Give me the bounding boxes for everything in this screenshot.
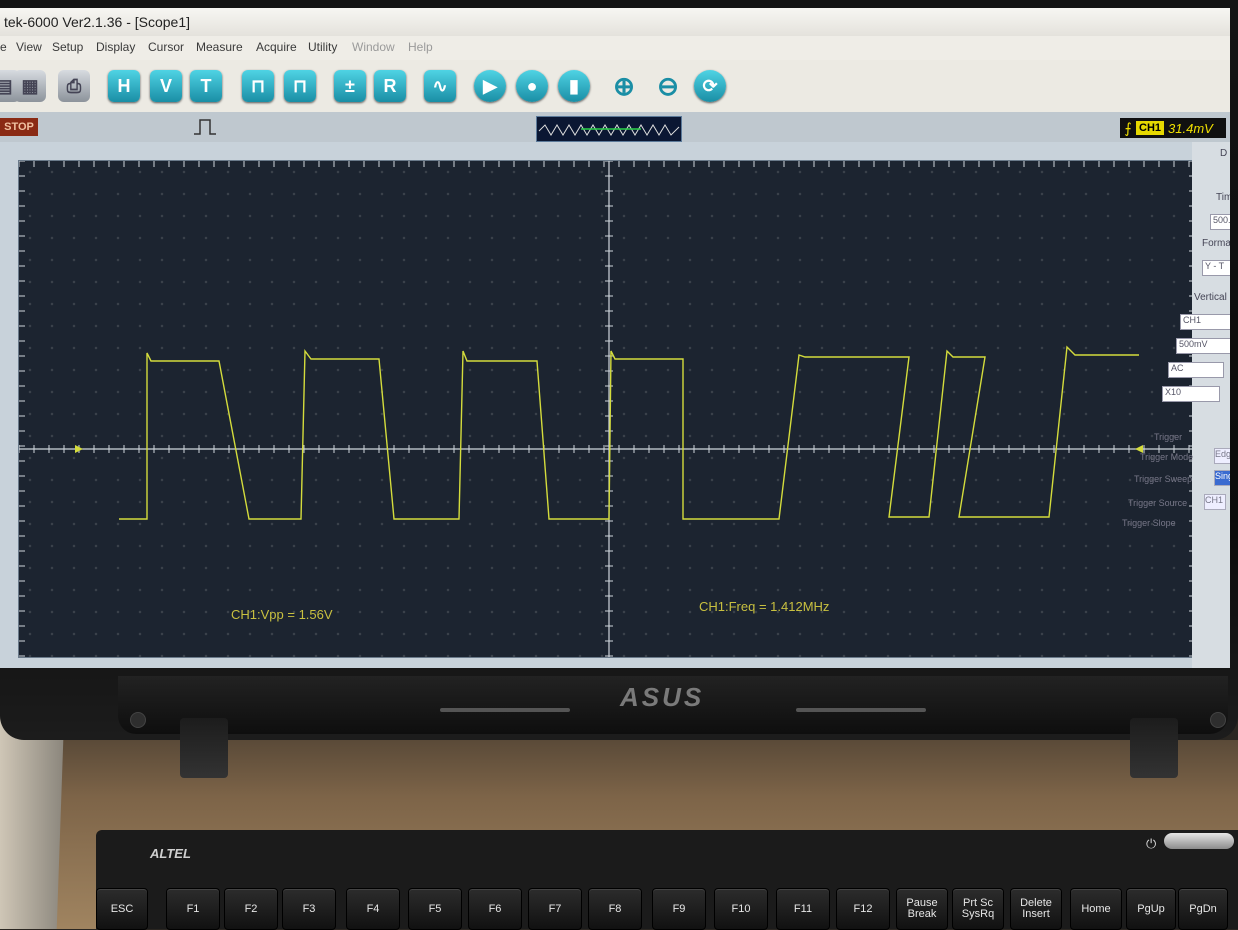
trigger-level-value: 31.4mV (1168, 120, 1213, 136)
time-value-field[interactable]: 500.0 (1210, 214, 1230, 230)
key-delete[interactable]: Delete Insert (1010, 888, 1062, 930)
vpp-measurement: CH1:Vpp = 1.56V (231, 607, 333, 622)
key-f11[interactable]: F11 (776, 888, 830, 930)
run-state-badge[interactable]: STOP (0, 118, 38, 136)
key-f2[interactable]: F2 (224, 888, 278, 930)
status-strip: STOP ⨍ CH1 31.4mV (0, 112, 1230, 142)
window-title: tek-6000 Ver2.1.36 - [Scope1] (4, 14, 191, 30)
trigger-sweep-label: Trigger Sweep (1134, 474, 1193, 484)
trigger-readout: ⨍ CH1 31.4mV (1120, 118, 1226, 138)
ch1-trace (119, 345, 1139, 520)
single-icon[interactable]: ● (516, 70, 548, 102)
key-f5[interactable]: F5 (408, 888, 462, 930)
key-f4[interactable]: F4 (346, 888, 400, 930)
print-icon[interactable]: ⎙ (58, 70, 90, 102)
menu-acquire[interactable]: Acquire (256, 40, 297, 54)
vertical-button[interactable]: V (150, 70, 182, 102)
key-pgdn[interactable]: PgDn (1178, 888, 1228, 930)
trigger-channel-label: CH1 (1136, 121, 1165, 135)
scope-display-frame: CH1:Vpp = 1.56V CH1:Freq = 1.412MHz (0, 142, 1196, 668)
key-f9[interactable]: F9 (652, 888, 706, 930)
math-icon[interactable]: ± (334, 70, 366, 102)
axis-ticks (19, 161, 1190, 657)
key-f10[interactable]: F10 (714, 888, 768, 930)
trigger-panel: Trigger Trigger Mode Edge Trigger Sweep … (1118, 428, 1230, 538)
menu-measure[interactable]: Measure (196, 40, 243, 54)
menu-window[interactable]: Window (352, 40, 395, 54)
trigger-mode-label: Trigger Mode (1140, 452, 1194, 462)
key-f1[interactable]: F1 (166, 888, 220, 930)
panel-label-d: D (1220, 148, 1228, 159)
bezel-slot-right (796, 708, 926, 712)
menu-cursor[interactable]: Cursor (148, 40, 184, 54)
rising-edge-icon: ⨍ (1124, 119, 1132, 136)
graticule-svg (19, 161, 1195, 657)
ref-button[interactable]: R (374, 70, 406, 102)
key-f7[interactable]: F7 (528, 888, 582, 930)
vertical-channel-select[interactable]: CH1 (1180, 314, 1230, 330)
bezel-screw-left (130, 712, 146, 728)
vertical-scale-stepper[interactable]: 500mV (1176, 338, 1230, 354)
menu-file[interactable]: e (0, 40, 7, 54)
time-label: Time (1216, 192, 1230, 203)
probe-select[interactable]: X10 (1162, 386, 1220, 402)
menu-view[interactable]: View (16, 40, 42, 54)
trigger-button[interactable]: T (190, 70, 222, 102)
bezel-slot-left (440, 708, 570, 712)
zoom-out-icon[interactable]: ⊖ (652, 70, 684, 102)
key-pause[interactable]: Pause Break (896, 888, 948, 930)
key-pgup[interactable]: PgUp (1126, 888, 1176, 930)
function-key-row: ESC F1 F2 F3 F4 F5 F6 F7 F8 F9 F10 F11 F… (96, 888, 1238, 930)
format-select[interactable]: Y - T (1202, 260, 1230, 276)
coupling-select[interactable]: AC (1168, 362, 1224, 378)
toolbar: ▤ ▦ ⎙ H V T ⊓ ⊓ ± R ∿ ▶ ● ▮ ⊕ ⊖ ⟳ (0, 60, 1230, 112)
save-icon[interactable]: ▦ (14, 70, 46, 102)
key-prtsc[interactable]: Prt Sc SysRq (952, 888, 1004, 930)
edge-ticks (19, 161, 1195, 657)
trigger-section-label: Trigger (1154, 432, 1183, 442)
run-icon[interactable]: ▶ (474, 70, 506, 102)
trigger-slope-label: Trigger Slope (1122, 518, 1176, 528)
channel1-icon[interactable]: ⊓ (242, 70, 274, 102)
right-hinge (1130, 718, 1178, 778)
key-f12[interactable]: F12 (836, 888, 890, 930)
vertical-label: Vertical (1194, 292, 1227, 303)
key-home[interactable]: Home (1070, 888, 1122, 930)
power-icon: ⏻ (1146, 836, 1157, 851)
trigger-mode-select[interactable]: Edge (1214, 448, 1230, 464)
key-f8[interactable]: F8 (588, 888, 642, 930)
format-label: Format (1202, 238, 1230, 249)
menu-help[interactable]: Help (408, 40, 433, 54)
fft-icon[interactable]: ∿ (424, 70, 456, 102)
menu-display[interactable]: Display (96, 40, 135, 54)
menu-setup[interactable]: Setup (52, 40, 83, 54)
laptop-logo: ASUS (620, 682, 705, 712)
bezel-screw-right (1210, 712, 1226, 728)
control-panel: D Time 500.0 Format Y - T Vertical (1192, 142, 1230, 668)
horizontal-button[interactable]: H (108, 70, 140, 102)
freq-measurement: CH1:Freq = 1.412MHz (699, 599, 830, 614)
brand-sticker: ALTEL (150, 846, 191, 861)
power-button[interactable] (1164, 833, 1234, 849)
autoset-icon[interactable]: ⟳ (694, 70, 726, 102)
channel2-icon[interactable]: ⊓ (284, 70, 316, 102)
key-f6[interactable]: F6 (468, 888, 522, 930)
key-f3[interactable]: F3 (282, 888, 336, 930)
left-hinge (180, 718, 228, 778)
menu-utility[interactable]: Utility (308, 40, 337, 54)
stop-icon[interactable]: ▮ (558, 70, 590, 102)
trigger-source-select[interactable]: CH1 (1204, 494, 1226, 510)
pulse-icon (194, 119, 216, 135)
laptop-screen: tek-6000 Ver2.1.36 - [Scope1] e View Set… (0, 8, 1230, 668)
title-bar: tek-6000 Ver2.1.36 - [Scope1] (0, 8, 1230, 37)
trigger-sweep-select[interactable]: Single (1214, 470, 1230, 486)
scope-graticule[interactable]: CH1:Vpp = 1.56V CH1:Freq = 1.412MHz (18, 160, 1196, 658)
key-esc[interactable]: ESC (96, 888, 148, 930)
menu-bar: e View Setup Display Cursor Measure Acqu… (0, 36, 1230, 60)
trigger-source-label: Trigger Source (1128, 498, 1188, 508)
waveform-overview[interactable] (536, 116, 682, 142)
zoom-in-icon[interactable]: ⊕ (608, 70, 640, 102)
